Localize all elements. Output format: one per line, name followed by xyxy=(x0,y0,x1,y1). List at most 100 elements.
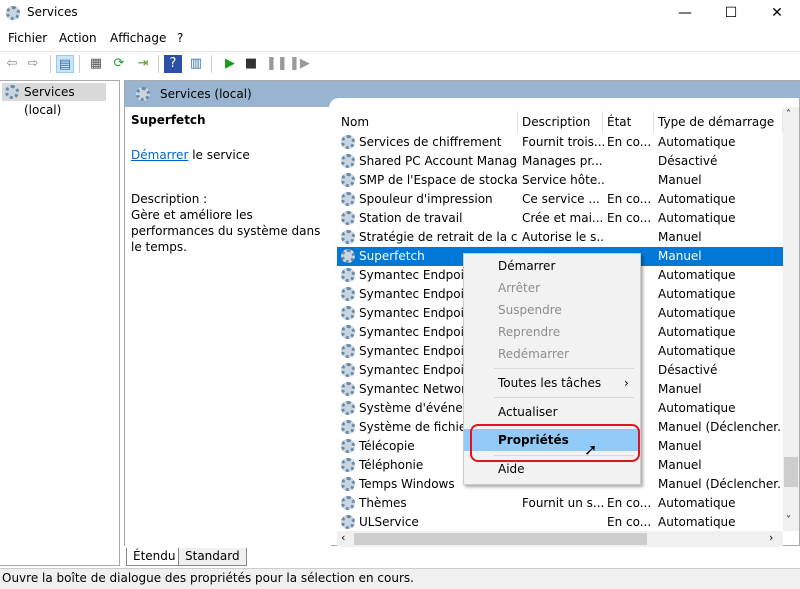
service-gear-icon xyxy=(341,211,355,225)
toolbar-separator xyxy=(158,55,159,73)
properties-icon[interactable]: ▦ xyxy=(87,55,105,73)
minimize-button[interactable]: — xyxy=(662,0,708,27)
menu-affichage[interactable]: Affichage xyxy=(110,31,166,45)
column-header-startup-type[interactable]: Type de démarrage xyxy=(654,111,783,133)
menu-help[interactable]: ? xyxy=(177,31,183,45)
context-menu-item-demarrer[interactable]: Démarrer xyxy=(464,255,640,277)
status-bar: Ouvre la boîte de dialogue des propriété… xyxy=(0,568,800,589)
start-service-link[interactable]: Démarrer xyxy=(131,148,188,162)
service-row[interactable]: Thèmes Fournit un s... En co... Automatique xyxy=(337,494,783,513)
cell-state: En co... xyxy=(607,192,652,206)
cell-type: Automatique xyxy=(658,344,736,358)
service-row[interactable]: Spouleur d'impression Ce service ... En co… xyxy=(337,190,783,209)
service-gear-icon xyxy=(341,192,355,206)
column-header-name[interactable]: Nom xyxy=(337,111,518,133)
cell-type: Manuel (Déclencher... xyxy=(658,420,780,434)
vertical-scrollbar[interactable]: ˄ ˅ xyxy=(783,107,799,531)
cell-type: Automatique xyxy=(658,135,736,149)
stop-service-icon[interactable]: ■ xyxy=(242,55,260,73)
services-icon xyxy=(5,85,19,99)
service-row[interactable]: Services de chiffrement Fournit trois... E… xyxy=(337,133,783,152)
cell-type: Automatique xyxy=(658,192,736,206)
cell-name: SMP de l'Espace de stockag... xyxy=(359,173,517,187)
start-link-suffix: le service xyxy=(188,148,250,162)
cell-name: Stratégie de retrait de la cart... xyxy=(359,230,517,244)
cell-type: Automatique xyxy=(658,401,736,415)
menu-fichier[interactable]: Fichier xyxy=(8,31,47,45)
cell-name: Shared PC Account Manager xyxy=(359,154,517,168)
service-gear-icon xyxy=(341,382,355,396)
column-header-description[interactable]: Description xyxy=(518,111,603,133)
scroll-right-icon[interactable]: › xyxy=(769,531,773,544)
cell-type: Manuel (Déclencher... xyxy=(658,477,780,491)
horizontal-scrollbar[interactable]: ‹ › xyxy=(337,531,783,547)
maximize-button[interactable]: ☐ xyxy=(708,0,754,27)
cell-type: Désactivé xyxy=(658,363,718,377)
service-row[interactable]: Shared PC Account Manager Manages pr... Dé… xyxy=(337,152,783,171)
pause-service-icon[interactable]: ❚❚ xyxy=(266,55,288,73)
service-gear-icon xyxy=(341,363,355,377)
close-button[interactable]: ✕ xyxy=(754,0,800,27)
tab-etendu[interactable]: Étendu xyxy=(126,548,183,566)
vertical-scroll-thumb[interactable] xyxy=(784,457,798,487)
context-menu-separator xyxy=(494,397,634,398)
context-menu-label: Actualiser xyxy=(498,405,558,419)
service-row[interactable]: Stratégie de retrait de la cart... Autori… xyxy=(337,228,783,247)
show-hide-tree-icon[interactable]: ▤ xyxy=(56,55,74,73)
forward-arrow-icon[interactable]: ⇨ xyxy=(24,55,42,73)
cell-desc: Service hôte... xyxy=(522,173,604,187)
cell-type: Manuel xyxy=(658,173,702,187)
cell-desc: Fournit un s... xyxy=(522,496,604,510)
back-arrow-icon[interactable]: ⇦ xyxy=(3,55,21,73)
cell-type: Automatique xyxy=(658,496,736,510)
show-action-pane-icon[interactable]: ▥ xyxy=(187,55,205,73)
cell-name: Spouleur d'impression xyxy=(359,192,493,206)
service-row[interactable]: SMP de l'Espace de stockag... Service hôt… xyxy=(337,171,783,190)
service-row[interactable]: ULService En co... Automatique xyxy=(337,513,783,531)
context-menu-item-actualiser[interactable]: Actualiser xyxy=(464,401,640,423)
column-header-state[interactable]: État xyxy=(603,111,654,133)
tab-standard[interactable]: Standard xyxy=(178,548,247,566)
cell-state: En co... xyxy=(607,211,652,225)
context-menu-label: Toutes les tâches xyxy=(498,376,602,390)
help-icon[interactable]: ? xyxy=(164,55,182,73)
description-label: Description : xyxy=(131,192,208,206)
restart-service-icon[interactable]: ❚▶ xyxy=(289,55,310,73)
scroll-down-icon[interactable]: ˅ xyxy=(786,515,791,526)
tree-item-services-local[interactable]: Services (local) xyxy=(2,83,106,117)
context-menu-label: Suspendre xyxy=(498,303,562,317)
context-menu-item-toutes-les-taches[interactable]: Toutes les tâches › xyxy=(464,372,640,394)
start-service-icon[interactable]: ▶ xyxy=(221,55,239,73)
cell-name: Thèmes xyxy=(359,496,407,510)
context-menu-item-arreter: Arrêter xyxy=(464,277,640,299)
menu-bar: Fichier Action Affichage ? xyxy=(0,27,800,49)
context-menu-label: Redémarrer xyxy=(498,347,569,361)
service-gear-icon xyxy=(341,515,355,529)
cell-type: Automatique xyxy=(658,287,736,301)
menu-action[interactable]: Action xyxy=(59,31,97,45)
scroll-up-icon[interactable]: ˄ xyxy=(786,109,791,120)
service-gear-icon xyxy=(341,458,355,472)
toolbar-separator xyxy=(79,55,80,73)
service-gear-icon xyxy=(341,496,355,510)
export-list-icon[interactable]: ⇥ xyxy=(134,55,152,73)
scroll-left-icon[interactable]: ‹ xyxy=(341,531,345,544)
cell-type: Désactivé xyxy=(658,154,718,168)
service-gear-icon xyxy=(341,401,355,415)
services-icon xyxy=(136,87,150,101)
window-title: Services xyxy=(27,5,78,19)
tree-item-label: Services (local) xyxy=(24,85,75,117)
cell-type: Manuel xyxy=(658,439,702,453)
service-gear-icon xyxy=(341,230,355,244)
cell-state: En co... xyxy=(607,135,652,149)
mouse-cursor-icon: ➚ xyxy=(584,440,598,459)
service-row[interactable]: Station de travail Crée et mai... En co...… xyxy=(337,209,783,228)
refresh-icon[interactable]: ⟳ xyxy=(110,55,128,73)
cell-desc: Autorise le s... xyxy=(522,230,604,244)
context-menu-item-suspendre: Suspendre xyxy=(464,299,640,321)
cell-type: Manuel xyxy=(658,458,702,472)
pane-header-title: Services (local) xyxy=(160,87,252,101)
horizontal-scroll-thumb[interactable] xyxy=(354,533,647,545)
context-menu-label: Arrêter xyxy=(498,281,541,295)
cell-type: Manuel xyxy=(658,230,702,244)
